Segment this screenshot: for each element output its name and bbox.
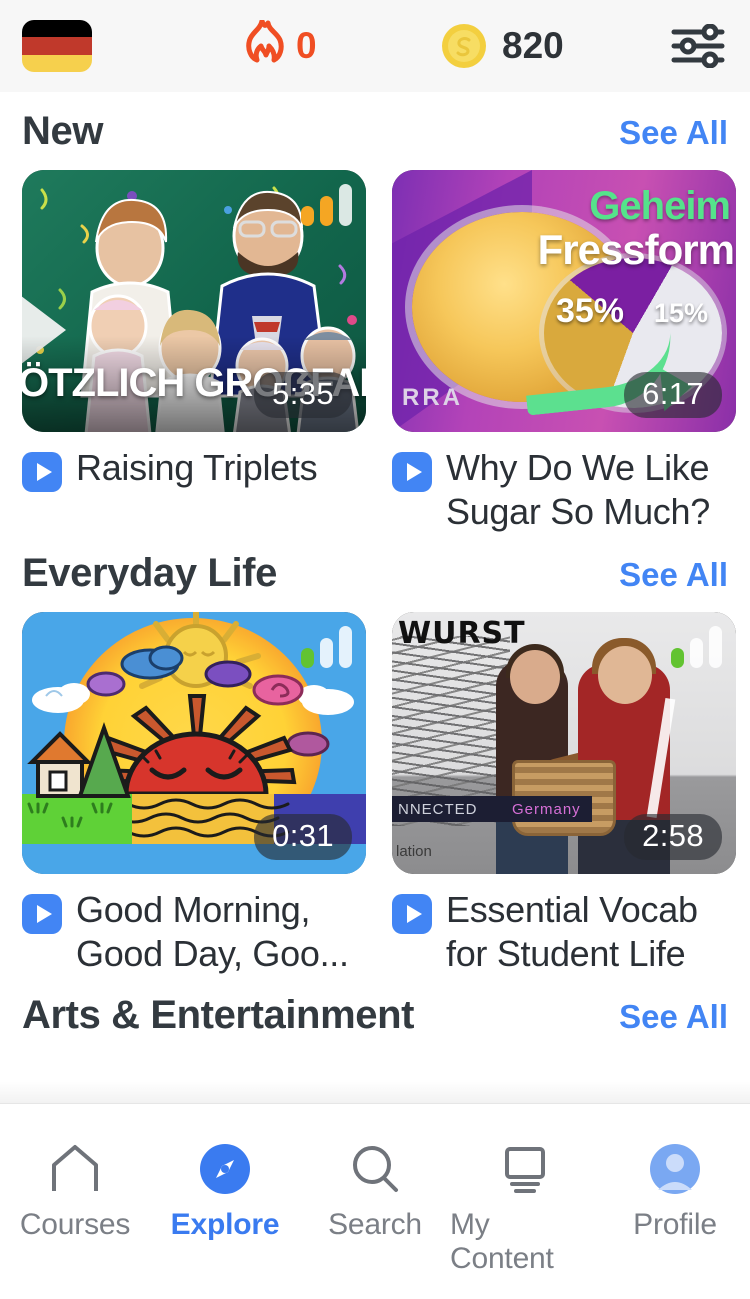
thumbnail-percent-1: 35% bbox=[555, 292, 624, 330]
flame-icon bbox=[246, 20, 284, 63]
play-icon[interactable] bbox=[392, 894, 432, 934]
head-art bbox=[510, 650, 560, 704]
video-title-row[interactable]: Essential Vocab for Student Life bbox=[392, 888, 736, 976]
tab-label: My Content bbox=[450, 1208, 554, 1275]
see-all-link-arts-entertainment[interactable]: See All bbox=[619, 978, 728, 1056]
tab-profile[interactable]: Profile bbox=[600, 1140, 750, 1242]
bottom-tab-bar: Courses Explore Search My Content Profil… bbox=[0, 1103, 750, 1299]
german-flag-icon[interactable] bbox=[22, 20, 92, 72]
video-card[interactable]: ÖTZLICH GROẞFAMI 5:35 Raising Triplets bbox=[22, 170, 366, 534]
difficulty-indicator bbox=[301, 184, 352, 226]
video-title: Why Do We Like Sugar So Much? bbox=[446, 447, 710, 532]
duration-badge: 6:17 bbox=[624, 372, 722, 418]
video-title-row[interactable]: Why Do We Like Sugar So Much? bbox=[392, 446, 736, 534]
settings-button[interactable] bbox=[668, 20, 728, 72]
app-header: 0 820 bbox=[0, 0, 750, 92]
video-title-row[interactable]: Good Morning, Good Day, Goo... bbox=[22, 888, 366, 976]
video-title: Good Morning, Good Day, Goo... bbox=[76, 889, 349, 974]
play-icon[interactable] bbox=[22, 894, 62, 934]
video-thumbnail[interactable]: 0:31 bbox=[22, 612, 366, 874]
monitor-icon bbox=[498, 1140, 552, 1198]
video-card[interactable]: WURST NNECTED Germany lation 2:58 Essent… bbox=[392, 612, 736, 976]
thumbnail-percent-2: 15% bbox=[653, 298, 708, 328]
avatar-icon bbox=[648, 1140, 702, 1198]
video-thumbnail[interactable]: WURST NNECTED Germany lation 2:58 bbox=[392, 612, 736, 874]
section-everyday-life: Everyday Life See All 0:31 Good Morning,… bbox=[0, 534, 750, 976]
tab-label: Explore bbox=[170, 1208, 280, 1241]
section-header: Arts & Entertainment See All bbox=[0, 976, 750, 1054]
section-header: Everyday Life See All bbox=[0, 534, 750, 612]
band-text-2: Germany bbox=[512, 801, 581, 818]
see-all-link-everyday-life[interactable]: See All bbox=[619, 536, 728, 614]
home-icon bbox=[48, 1140, 102, 1198]
search-icon bbox=[348, 1140, 402, 1198]
difficulty-indicator bbox=[671, 626, 722, 668]
video-title: Raising Triplets bbox=[76, 447, 318, 488]
section-title: Everyday Life bbox=[22, 551, 277, 595]
duration-badge: 2:58 bbox=[624, 814, 722, 860]
thumbnail-watermark: RRA bbox=[402, 384, 463, 411]
content-scroll-area[interactable]: New See All ÖTZLICH 5:35 Raising Triplet… bbox=[0, 92, 750, 1104]
play-icon[interactable] bbox=[22, 452, 62, 492]
tab-label: Courses bbox=[19, 1208, 131, 1241]
thumbnail-text-top: Geheim bbox=[589, 184, 731, 228]
section-title: Arts & Entertainment bbox=[22, 993, 415, 1037]
video-thumbnail[interactable]: Geheim Fressform 35% 15% RRA 6:17 bbox=[392, 170, 736, 432]
coin-counter[interactable]: 820 bbox=[440, 20, 564, 72]
section-title: New bbox=[22, 109, 104, 153]
section-header: New See All bbox=[0, 92, 750, 170]
streak-count: 0 bbox=[296, 25, 317, 66]
see-all-link-new[interactable]: See All bbox=[619, 94, 728, 172]
section-arts-entertainment: Arts & Entertainment See All bbox=[0, 976, 750, 1054]
duration-badge: 0:31 bbox=[254, 814, 352, 860]
duration-badge: 5:35 bbox=[254, 372, 352, 418]
tab-label: Search bbox=[328, 1208, 422, 1241]
band-text-1: NNECTED bbox=[398, 801, 478, 818]
video-thumbnail[interactable]: ÖTZLICH GROẞFAMI 5:35 bbox=[22, 170, 366, 432]
video-card[interactable]: 0:31 Good Morning, Good Day, Goo... bbox=[22, 612, 366, 976]
head-art bbox=[598, 646, 652, 704]
tab-search[interactable]: Search bbox=[300, 1140, 450, 1242]
compass-icon bbox=[198, 1140, 252, 1198]
explore-screen: 0 820 New See All ÖTZLICH 5:35 Raising T… bbox=[0, 0, 750, 1299]
section-new: New See All ÖTZLICH 5:35 Raising Triplet… bbox=[0, 92, 750, 534]
play-icon[interactable] bbox=[392, 452, 432, 492]
thumbnail-caption: WURST bbox=[398, 616, 526, 651]
sliders-icon bbox=[671, 24, 725, 68]
card-row-new[interactable]: ÖTZLICH GROẞFAMI 5:35 Raising Triplets bbox=[0, 170, 750, 534]
video-title: Essential Vocab for Student Life bbox=[446, 889, 698, 974]
tab-label: Profile bbox=[633, 1208, 717, 1241]
tab-explore[interactable]: Explore bbox=[150, 1140, 300, 1242]
thumbnail-text-sub: Fressform bbox=[537, 226, 735, 273]
video-card[interactable]: Geheim Fressform 35% 15% RRA 6:17 Why Do… bbox=[392, 170, 736, 534]
coin-count: 820 bbox=[502, 25, 564, 66]
tab-courses[interactable]: Courses bbox=[0, 1140, 150, 1242]
video-title-row[interactable]: Raising Triplets bbox=[22, 446, 366, 492]
tab-my-content[interactable]: My Content bbox=[450, 1140, 600, 1276]
band-text-3: lation bbox=[396, 843, 432, 860]
difficulty-indicator bbox=[301, 626, 352, 668]
card-row-everyday-life[interactable]: 0:31 Good Morning, Good Day, Goo... WURS… bbox=[0, 612, 750, 976]
streak-counter[interactable]: 0 bbox=[240, 20, 317, 72]
coin-icon bbox=[442, 24, 486, 68]
